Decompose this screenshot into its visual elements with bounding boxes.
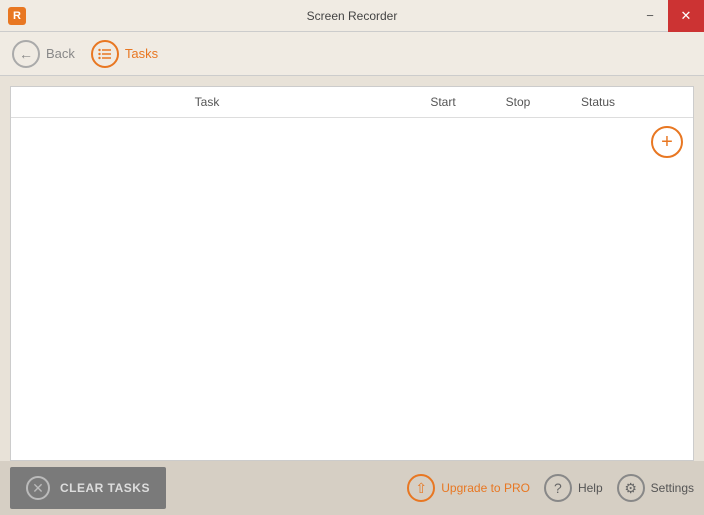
col-header-task: Task xyxy=(11,95,403,109)
main-content: Task Start Stop Status + xyxy=(0,76,704,461)
bottom-right-actions: ⇧ Upgrade to PRO ? Help ⚙ Settings xyxy=(407,474,694,502)
window-title: Screen Recorder xyxy=(307,9,398,23)
title-bar-controls: − ✕ xyxy=(632,0,704,32)
table-body: + xyxy=(11,118,693,460)
tasks-table: Task Start Stop Status + xyxy=(10,86,694,461)
tasks-button[interactable]: Tasks xyxy=(91,40,158,68)
tasks-label: Tasks xyxy=(125,46,158,61)
back-button[interactable]: ← Back xyxy=(12,40,75,68)
upgrade-button[interactable]: ⇧ Upgrade to PRO xyxy=(407,474,530,502)
clear-tasks-button[interactable]: ✕ CLEAR TASKS xyxy=(10,467,166,509)
clear-tasks-label: CLEAR TASKS xyxy=(60,481,150,495)
col-header-stop: Stop xyxy=(483,95,553,109)
col-header-start: Start xyxy=(403,95,483,109)
help-icon: ? xyxy=(544,474,572,502)
title-bar: R Screen Recorder − ✕ xyxy=(0,0,704,32)
back-icon: ← xyxy=(12,40,40,68)
clear-x-icon: ✕ xyxy=(26,476,50,500)
app-icon: R xyxy=(8,7,26,25)
close-button[interactable]: ✕ xyxy=(668,0,704,32)
minimize-button[interactable]: − xyxy=(632,0,668,32)
settings-button[interactable]: ⚙ Settings xyxy=(617,474,694,502)
back-label: Back xyxy=(46,46,75,61)
upgrade-icon: ⇧ xyxy=(407,474,435,502)
nav-bar: ← Back Tasks xyxy=(0,32,704,76)
upgrade-label: Upgrade to PRO xyxy=(441,481,530,495)
settings-icon: ⚙ xyxy=(617,474,645,502)
bottom-bar: ✕ CLEAR TASKS ⇧ Upgrade to PRO ? Help ⚙ … xyxy=(0,461,704,515)
help-label: Help xyxy=(578,481,603,495)
add-task-button[interactable]: + xyxy=(651,126,683,158)
title-bar-left: R xyxy=(8,7,26,25)
col-header-status: Status xyxy=(553,95,643,109)
table-header: Task Start Stop Status xyxy=(11,87,693,118)
help-button[interactable]: ? Help xyxy=(544,474,603,502)
settings-label: Settings xyxy=(651,481,694,495)
tasks-icon xyxy=(91,40,119,68)
